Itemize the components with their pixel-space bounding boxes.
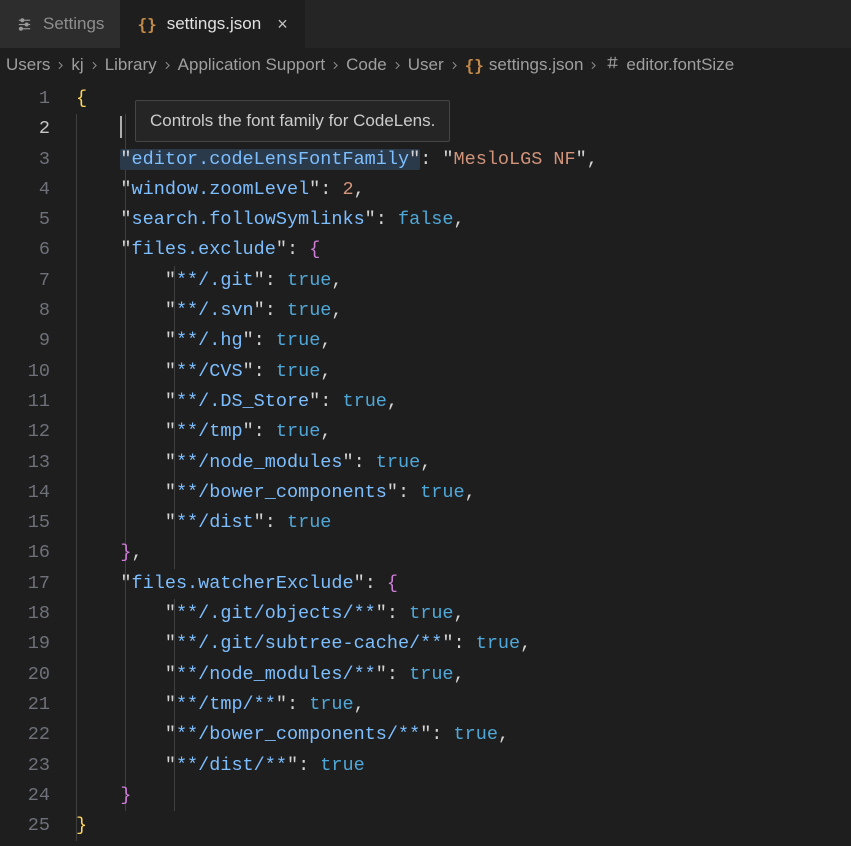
code-line[interactable]: "**/bower_components/**": true, [76, 720, 851, 750]
code-line[interactable]: "**/.DS_Store": true, [76, 387, 851, 417]
code-area[interactable]: { "editor.codeLensFontFamily": "MesloLGS… [66, 84, 851, 841]
tab-label: settings.json [167, 14, 262, 34]
code-line[interactable]: "files.exclude": { [76, 235, 851, 265]
line-number: 22 [0, 720, 50, 750]
crumb[interactable]: kj [71, 55, 83, 75]
breadcrumb: Users kj Library Application Support Cod… [0, 48, 851, 84]
code-line[interactable]: "**/.svn": true, [76, 296, 851, 326]
number-icon [604, 54, 621, 76]
line-number: 20 [0, 660, 50, 690]
crumb[interactable]: Library [105, 55, 157, 75]
tab-label: Settings [43, 14, 104, 34]
code-line[interactable]: "**/.git": true, [76, 266, 851, 296]
code-line[interactable]: "**/.git/subtree-cache/**": true, [76, 629, 851, 659]
code-line[interactable]: "**/tmp/**": true, [76, 690, 851, 720]
code-line[interactable]: }, [76, 538, 851, 568]
chevron-right-icon [448, 59, 461, 72]
cursor [120, 116, 122, 138]
line-number: 10 [0, 357, 50, 387]
code-line[interactable]: "**/dist/**": true [76, 751, 851, 781]
line-number: 13 [0, 448, 50, 478]
line-number: 6 [0, 235, 50, 265]
line-number: 23 [0, 751, 50, 781]
code-line[interactable]: "**/node_modules/**": true, [76, 660, 851, 690]
chevron-right-icon [329, 59, 342, 72]
settings-icon [16, 16, 33, 33]
line-number: 8 [0, 296, 50, 326]
tab-settings-json[interactable]: {} settings.json × [121, 0, 304, 48]
line-number: 16 [0, 538, 50, 568]
gutter: 1234567891011121314151617181920212223242… [0, 84, 66, 841]
chevron-right-icon [391, 59, 404, 72]
line-number: 15 [0, 508, 50, 538]
line-number: 11 [0, 387, 50, 417]
code-line[interactable]: "files.watcherExclude": { [76, 569, 851, 599]
chevron-right-icon [587, 59, 600, 72]
chevron-right-icon [161, 59, 174, 72]
code-line[interactable]: "**/.hg": true, [76, 326, 851, 356]
line-number: 17 [0, 569, 50, 599]
line-number: 18 [0, 599, 50, 629]
code-line[interactable]: "**/node_modules": true, [76, 448, 851, 478]
code-line[interactable]: "**/tmp": true, [76, 417, 851, 447]
crumb[interactable]: User [408, 55, 444, 75]
code-line[interactable]: "**/bower_components": true, [76, 478, 851, 508]
line-number: 3 [0, 145, 50, 175]
line-number: 2 [0, 114, 50, 144]
crumb-symbol-label: editor.fontSize [626, 55, 734, 75]
crumb-file[interactable]: {} settings.json [465, 55, 584, 75]
line-number: 1 [0, 84, 50, 114]
code-line[interactable]: "**/CVS": true, [76, 357, 851, 387]
editor[interactable]: 1234567891011121314151617181920212223242… [0, 84, 851, 841]
crumb-symbol[interactable]: editor.fontSize [604, 54, 734, 76]
code-line[interactable]: } [76, 811, 851, 841]
close-icon[interactable]: × [271, 14, 288, 35]
crumb[interactable]: Code [346, 55, 387, 75]
line-number: 24 [0, 781, 50, 811]
code-line[interactable]: "editor.codeLensFontFamily": "MesloLGS N… [76, 145, 851, 175]
crumb[interactable]: Users [6, 55, 50, 75]
code-line[interactable]: "window.zoomLevel": 2, [76, 175, 851, 205]
crumb[interactable]: Application Support [178, 55, 325, 75]
line-number: 25 [0, 811, 50, 841]
chevron-right-icon [54, 59, 67, 72]
code-line[interactable]: "search.followSymlinks": false, [76, 205, 851, 235]
code-line[interactable]: "**/dist": true [76, 508, 851, 538]
line-number: 4 [0, 175, 50, 205]
crumb-file-label: settings.json [489, 55, 584, 75]
line-number: 19 [0, 629, 50, 659]
code-line[interactable]: "**/.git/objects/**": true, [76, 599, 851, 629]
line-number: 9 [0, 326, 50, 356]
hover-tooltip: Controls the font family for CodeLens. [135, 100, 450, 142]
line-number: 12 [0, 417, 50, 447]
json-icon: {} [137, 15, 156, 34]
line-number: 7 [0, 266, 50, 296]
json-icon: {} [465, 56, 484, 75]
hover-text: Controls the font family for CodeLens. [150, 111, 435, 130]
line-number: 14 [0, 478, 50, 508]
tab-settings-ui[interactable]: Settings [0, 0, 121, 48]
chevron-right-icon [88, 59, 101, 72]
tab-bar: Settings {} settings.json × [0, 0, 851, 48]
line-number: 5 [0, 205, 50, 235]
code-line[interactable]: } [76, 781, 851, 811]
line-number: 21 [0, 690, 50, 720]
